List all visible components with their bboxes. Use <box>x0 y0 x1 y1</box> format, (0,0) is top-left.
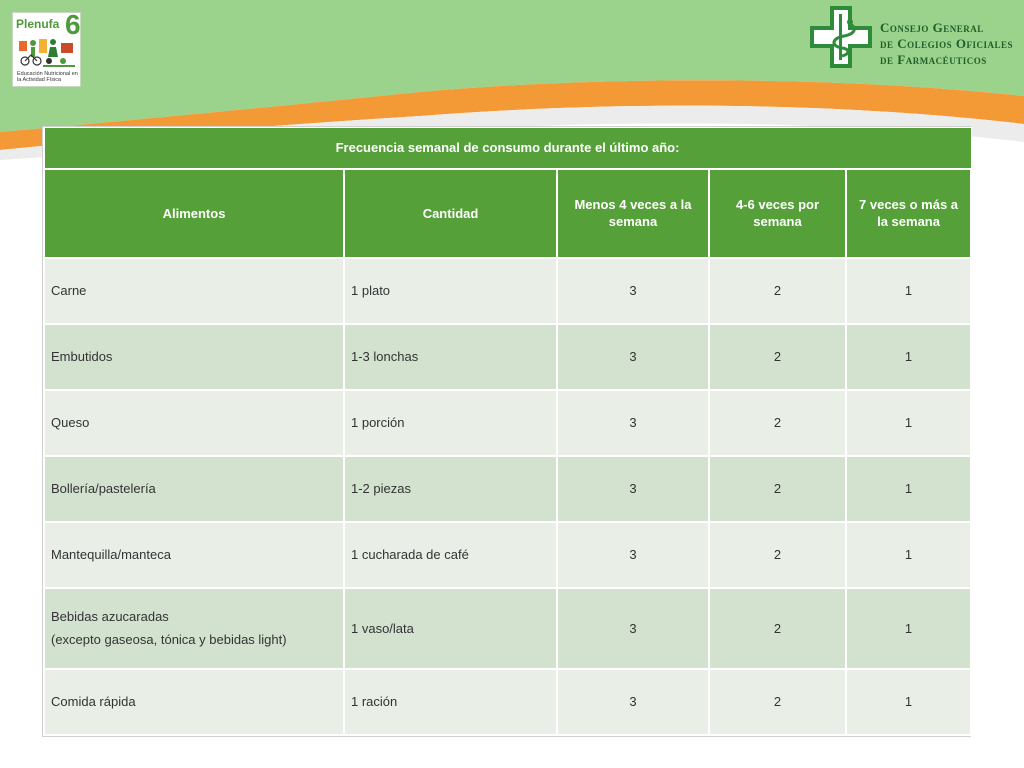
frequency-table: Frecuencia semanal de consumo durante el… <box>43 127 973 736</box>
less4-cell: 3 <box>556 667 710 736</box>
table-title: Frecuencia semanal de consumo durante el… <box>43 127 972 169</box>
table-row: Queso 1 porción 3 2 1 <box>43 388 973 457</box>
less4-cell: 3 <box>556 454 710 523</box>
org-line-3: de Farmacéuticos <box>880 52 987 67</box>
consumption-frequency-table: Frecuencia semanal de consumo durante el… <box>42 126 973 737</box>
food-cell: Bebidas azucaradas (excepto gaseosa, tón… <box>43 586 345 670</box>
four-six-cell: 2 <box>708 667 847 736</box>
food-cell: Bollería/pastelería <box>43 454 345 523</box>
less4-cell: 3 <box>556 322 710 391</box>
food-note: (excepto gaseosa, tónica y bebidas light… <box>51 632 287 647</box>
seven-plus-cell: 1 <box>844 256 973 325</box>
amount-cell: 1 porción <box>343 388 558 457</box>
org-line-1: Consejo General <box>880 20 984 35</box>
org-line-2: de Colegios Oficiales <box>880 36 1014 51</box>
table-row: Embutidos 1-3 lonchas 3 2 1 <box>43 322 973 391</box>
table-header-row: Alimentos Cantidad Menos 4 veces a la se… <box>43 167 973 259</box>
less4-cell: 3 <box>556 388 710 457</box>
amount-cell: 1-2 piezas <box>343 454 558 523</box>
four-six-cell: 2 <box>708 454 847 523</box>
four-six-cell: 2 <box>708 256 847 325</box>
header-4-6: 4-6 veces por semana <box>708 167 847 259</box>
seven-plus-cell: 1 <box>844 322 973 391</box>
organization-name: Consejo General de Colegios Oficiales de… <box>880 20 1013 68</box>
four-six-cell: 2 <box>708 388 847 457</box>
header-7-mas: 7 veces o más a la semana <box>844 167 973 259</box>
cgcof-logo: Consejo General de Colegios Oficiales de… <box>808 4 1020 70</box>
seven-plus-cell: 1 <box>844 667 973 736</box>
pharmacy-cross-icon <box>810 6 872 68</box>
amount-cell: 1 ración <box>343 667 558 736</box>
food-cell: Mantequilla/manteca <box>43 520 345 589</box>
less4-cell: 3 <box>556 520 710 589</box>
seven-plus-cell: 1 <box>844 586 973 670</box>
amount-cell: 1-3 lonchas <box>343 322 558 391</box>
seven-plus-cell: 1 <box>844 454 973 523</box>
table-row: Bollería/pastelería 1-2 piezas 3 2 1 <box>43 454 973 523</box>
amount-cell: 1 cucharada de café <box>343 520 558 589</box>
less4-cell: 3 <box>556 256 710 325</box>
logo-subtitle: Educación Nutricional en la Actividad Fí… <box>17 71 78 83</box>
table-title-row: Frecuencia semanal de consumo durante el… <box>43 127 972 169</box>
four-six-cell: 2 <box>708 322 847 391</box>
header-menos-4: Menos 4 veces a la semana <box>556 167 710 259</box>
header-cantidad: Cantidad <box>343 167 558 259</box>
activity-figures-icon <box>19 39 75 67</box>
food-cell: Embutidos <box>43 322 345 391</box>
header-alimentos: Alimentos <box>43 167 345 259</box>
food-cell: Comida rápida <box>43 667 345 736</box>
food-name: Bebidas azucaradas <box>51 609 169 624</box>
four-six-cell: 2 <box>708 586 847 670</box>
four-six-cell: 2 <box>708 520 847 589</box>
plenufa-logo: Plenufa 6 Educación Nutricional en la Ac… <box>12 11 81 87</box>
table-row: Mantequilla/manteca 1 cucharada de café … <box>43 520 973 589</box>
less4-cell: 3 <box>556 586 710 670</box>
logo-title: Plenufa <box>16 17 60 31</box>
amount-cell: 1 vaso/lata <box>343 586 558 670</box>
seven-plus-cell: 1 <box>844 520 973 589</box>
table-row: Carne 1 plato 3 2 1 <box>43 256 973 325</box>
table-row: Comida rápida 1 ración 3 2 1 <box>43 667 973 736</box>
table-row: Bebidas azucaradas (excepto gaseosa, tón… <box>43 586 973 670</box>
seven-plus-cell: 1 <box>844 388 973 457</box>
food-cell: Queso <box>43 388 345 457</box>
amount-cell: 1 plato <box>343 256 558 325</box>
food-cell: Carne <box>43 256 345 325</box>
